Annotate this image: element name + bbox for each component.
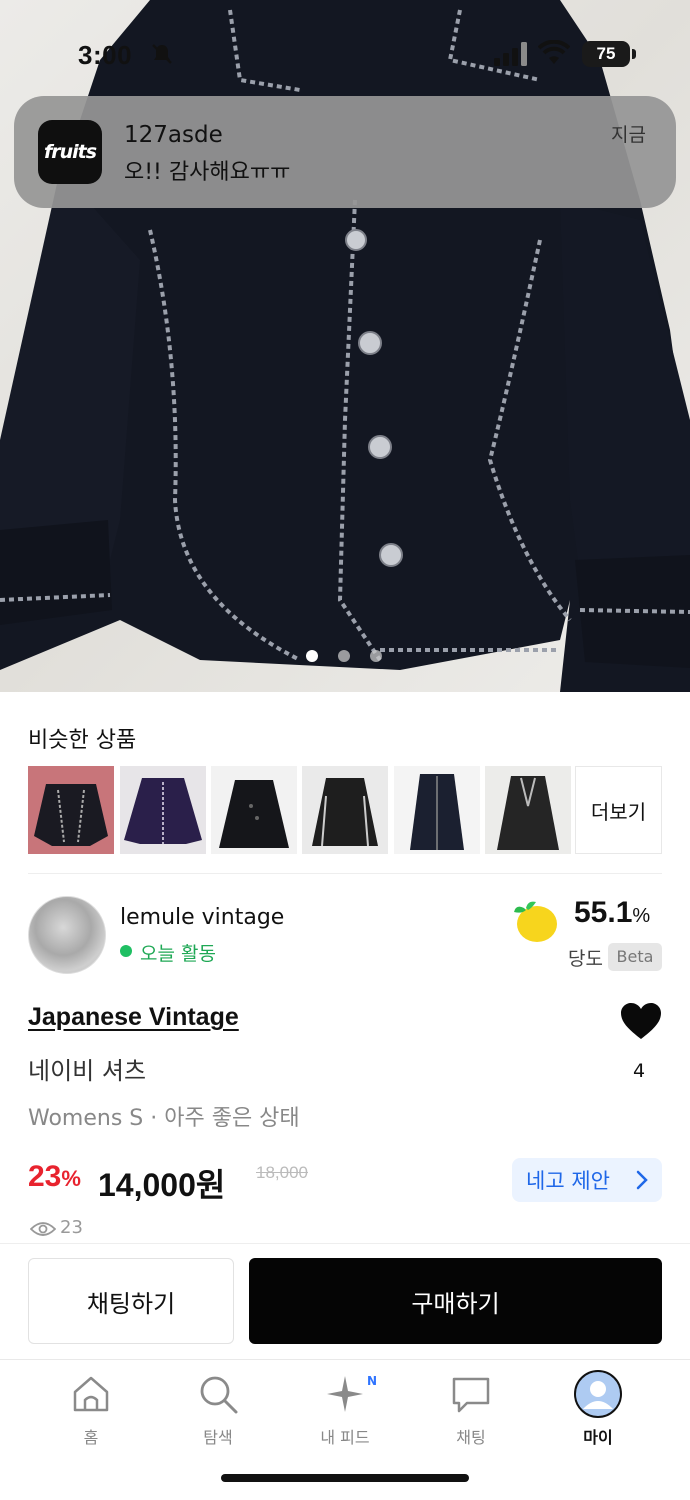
- discount-value: 23: [28, 1160, 62, 1193]
- tab-label: 마이: [583, 1428, 613, 1447]
- carousel-dot: [338, 650, 350, 662]
- tab-my-feed[interactable]: 내 피드 N: [295, 1372, 395, 1462]
- sparkle-icon: [327, 1376, 363, 1412]
- silent-bell-icon: [152, 44, 172, 64]
- discount-unit: %: [61, 1166, 81, 1191]
- sweetness-score-unit: %: [632, 905, 651, 927]
- similar-item-thumbnail[interactable]: [211, 766, 297, 854]
- product-size-condition: Womens S · 아주 좋은 상태: [28, 1106, 300, 1131]
- beta-badge: Beta: [608, 943, 662, 971]
- similar-item-thumbnail[interactable]: [302, 766, 388, 854]
- notification-time: 지금: [611, 124, 646, 146]
- sweetness-label: 당도: [568, 948, 603, 970]
- discount-rate: 23%: [28, 1160, 81, 1194]
- sweetness-score-value: 55.1: [574, 896, 633, 929]
- carousel-dot-active: [306, 650, 318, 662]
- status-time: 3:00: [78, 40, 133, 70]
- see-more-similar-button[interactable]: 더보기: [575, 766, 662, 854]
- product-image-carousel[interactable]: 3:00 75 fruits 127asde 오!! 감사해요ㅠㅠ 지금: [0, 0, 690, 692]
- similar-item-thumbnail[interactable]: [120, 766, 206, 854]
- section-divider: [28, 873, 662, 874]
- profile-icon: [574, 1370, 622, 1418]
- tab-label: 홈: [83, 1428, 99, 1447]
- original-price: 18,000: [256, 1163, 308, 1182]
- tab-search[interactable]: 탐색: [168, 1372, 268, 1462]
- battery-tip: [632, 49, 636, 59]
- action-bar-divider: [0, 1243, 690, 1244]
- buy-button[interactable]: 구매하기: [249, 1258, 662, 1344]
- home-indicator: [221, 1474, 469, 1482]
- lemon-icon: [514, 901, 557, 942]
- notification-sender: 127asde: [124, 122, 223, 148]
- seller-name[interactable]: lemule vintage: [120, 905, 284, 930]
- activity-status-dot: [120, 945, 132, 957]
- carousel-dot: [370, 650, 382, 662]
- new-badge: N: [367, 1374, 378, 1388]
- fruits-app-icon: fruits: [38, 120, 102, 184]
- chat-icon: [452, 1377, 490, 1413]
- product-name: 네이비 셔츠: [28, 1057, 147, 1085]
- sweetness-score: 55.1%: [574, 896, 650, 930]
- tab-my[interactable]: 마이: [548, 1370, 648, 1462]
- similar-items-list: 더보기: [28, 766, 662, 854]
- product-brand-link[interactable]: Japanese Vintage: [28, 1003, 239, 1032]
- tab-label: 채팅: [456, 1428, 486, 1447]
- tab-label: 탐색: [203, 1428, 233, 1447]
- home-icon: [73, 1376, 109, 1412]
- eye-icon: [30, 1222, 56, 1236]
- view-count: 23: [60, 1217, 83, 1238]
- price-offer-label: 네고 제안: [526, 1169, 610, 1193]
- battery-indicator: 75: [582, 41, 630, 67]
- like-count: 4: [633, 1060, 646, 1082]
- similar-item-thumbnail[interactable]: [394, 766, 480, 854]
- tab-chat[interactable]: 채팅: [421, 1372, 521, 1462]
- carousel-indicator: [306, 650, 396, 664]
- seller-activity-status: 오늘 활동: [140, 943, 216, 965]
- seller-avatar[interactable]: [28, 896, 106, 974]
- similar-item-thumbnail[interactable]: [28, 766, 114, 854]
- search-icon: [200, 1376, 238, 1414]
- like-heart-icon[interactable]: [620, 1002, 662, 1040]
- chat-button[interactable]: 채팅하기: [28, 1258, 234, 1344]
- tab-label: 내 피드: [320, 1428, 370, 1447]
- status-bar: 3:00 75: [0, 0, 690, 96]
- wifi-icon: [538, 40, 570, 64]
- similar-item-thumbnail[interactable]: [485, 766, 571, 854]
- chevron-right-icon: [636, 1170, 648, 1190]
- similar-items-title: 비슷한 상품: [28, 728, 137, 753]
- notification-message: 오!! 감사해요ㅠㅠ: [124, 160, 291, 185]
- tab-home[interactable]: 홈: [41, 1372, 141, 1462]
- bottom-tab-bar: 홈 탐색 내 피드 N 채팅 마이: [0, 1360, 690, 1500]
- cellular-signal-icon: [494, 42, 527, 66]
- push-notification[interactable]: fruits 127asde 오!! 감사해요ㅠㅠ 지금: [14, 96, 676, 208]
- sale-price: 14,000원: [98, 1167, 226, 1203]
- price-offer-button[interactable]: 네고 제안: [512, 1158, 662, 1202]
